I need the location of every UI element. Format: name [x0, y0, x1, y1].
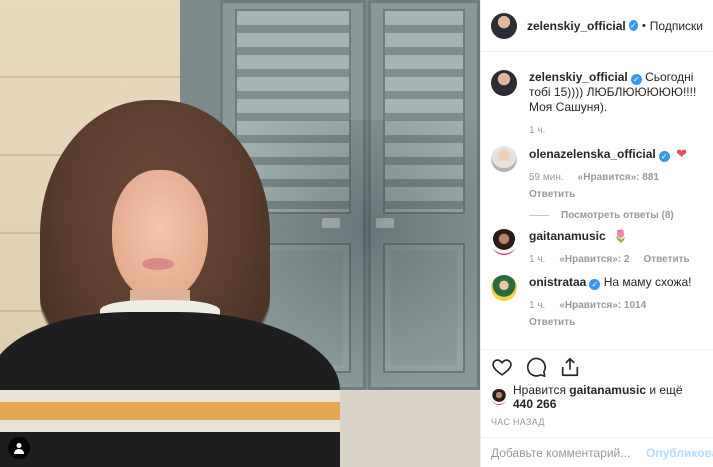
photo-sweater [0, 312, 340, 467]
reply-button[interactable]: Ответить [643, 252, 689, 267]
likes-count[interactable]: 440 266 [513, 397, 556, 411]
comments-list: zelenskiy_official ✓ Сьогодні тобі 15))))… [481, 52, 713, 345]
comment-username[interactable]: onistrataa [529, 275, 586, 289]
view-replies-label[interactable]: Посмотреть ответы (8) [561, 210, 674, 221]
comment-form: Опубликовать [481, 437, 713, 467]
comment: onistrataa ✓ На маму схожа! 1 ч. «Нравитс… [491, 275, 703, 330]
comment: olenazelenska_official ✓ ❤ 59 мин. «Нрави… [491, 146, 703, 202]
likes-prefix: Нравится [513, 383, 566, 397]
caption: zelenskiy_official ✓ Сьогодні тобі 15))))… [491, 70, 703, 138]
comment-time: 1 ч. [529, 254, 546, 265]
instagram-post: zelenskiy_official ✓ • Подписки zelenski… [0, 0, 713, 467]
tulip-emoji: 🌷 [613, 229, 628, 243]
avatar[interactable] [491, 275, 517, 301]
post-sidebar: zelenskiy_official ✓ • Подписки zelenski… [480, 0, 713, 467]
photo-face [112, 170, 208, 300]
avatar[interactable] [491, 229, 517, 255]
verified-icon: ✓ [628, 20, 638, 31]
comment-time: 59 мин. [529, 172, 564, 183]
comment-input[interactable] [491, 445, 646, 460]
following-button[interactable]: Подписки [650, 19, 703, 33]
reply-button[interactable]: Ответить [529, 187, 575, 202]
likes-middle: и ещё [649, 383, 683, 397]
avatar[interactable] [491, 70, 517, 96]
likes-summary: Нравится gaitanamusic и ещё 440 266 [481, 377, 713, 411]
verified-icon: ✓ [589, 279, 601, 290]
posted-time[interactable]: ЧАС НАЗАД [481, 411, 713, 427]
action-bar [481, 349, 713, 377]
avatar[interactable] [491, 12, 517, 39]
comment-likes[interactable]: «Нравится»: 2 [559, 252, 629, 267]
view-replies[interactable]: Посмотреть ответы (8) [529, 210, 703, 221]
post-photo[interactable] [0, 0, 480, 467]
comment-time: 1 ч. [529, 300, 546, 311]
header-username[interactable]: zelenskiy_official [527, 19, 626, 33]
comment-icon[interactable] [525, 356, 547, 378]
comment-text: На маму схожа! [603, 275, 692, 289]
comment: gaitanamusic 🌷 1 ч. «Нравится»: 2 Ответи… [491, 229, 703, 267]
comment-time: 1 ч. [529, 125, 546, 136]
avatar[interactable] [491, 146, 517, 172]
separator-dot: • [641, 19, 646, 32]
avatar[interactable] [491, 389, 507, 405]
heart-icon[interactable] [491, 356, 513, 378]
comment-username[interactable]: zelenskiy_official [529, 70, 628, 84]
post-header: zelenskiy_official ✓ • Подписки [481, 0, 713, 52]
share-icon[interactable] [559, 356, 581, 378]
photo-lips [142, 258, 174, 270]
verified-icon: ✓ [658, 151, 670, 162]
comment-username[interactable]: olenazelenska_official [529, 147, 656, 161]
comment-likes[interactable]: «Нравится»: 1014 [559, 298, 646, 313]
replies-line [529, 215, 549, 216]
reply-button[interactable]: Ответить [529, 315, 575, 330]
likes-user[interactable]: gaitanamusic [569, 383, 646, 397]
user-tag-icon[interactable] [8, 437, 30, 459]
comment-username[interactable]: gaitanamusic [529, 229, 606, 243]
verified-icon: ✓ [630, 74, 642, 85]
heart-emoji: ❤ [676, 146, 687, 161]
publish-button[interactable]: Опубликовать [646, 446, 713, 460]
comment-likes[interactable]: «Нравится»: 881 [578, 170, 659, 185]
